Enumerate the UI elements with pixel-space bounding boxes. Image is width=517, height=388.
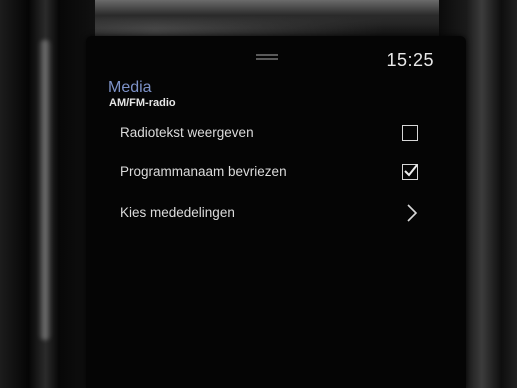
page-subtitle: AM/FM-radio [109,97,176,109]
chevron-right-icon [406,203,418,228]
setting-radiotext[interactable]: Radiotekst weergeven [106,116,426,152]
setting-announcements[interactable]: Kies mededelingen [106,196,426,232]
setting-label: Kies mededelingen [120,205,235,220]
setting-label: Radiotekst weergeven [120,125,254,140]
top-drag-handle[interactable] [256,54,278,60]
checkmark-icon [404,164,418,177]
freeze-program-name-checkbox[interactable] [402,164,418,180]
infotainment-screen: 15:25 Media AM/FM-radio Radiotekst weerg… [86,36,466,388]
radiotext-checkbox[interactable] [402,125,418,141]
page-title: Media [108,79,152,96]
status-clock: 15:25 [386,50,434,70]
setting-freeze-program-name[interactable]: Programmanaam bevriezen [106,155,426,191]
setting-label: Programmanaam bevriezen [120,164,287,179]
bezel-left-trim [0,0,95,388]
